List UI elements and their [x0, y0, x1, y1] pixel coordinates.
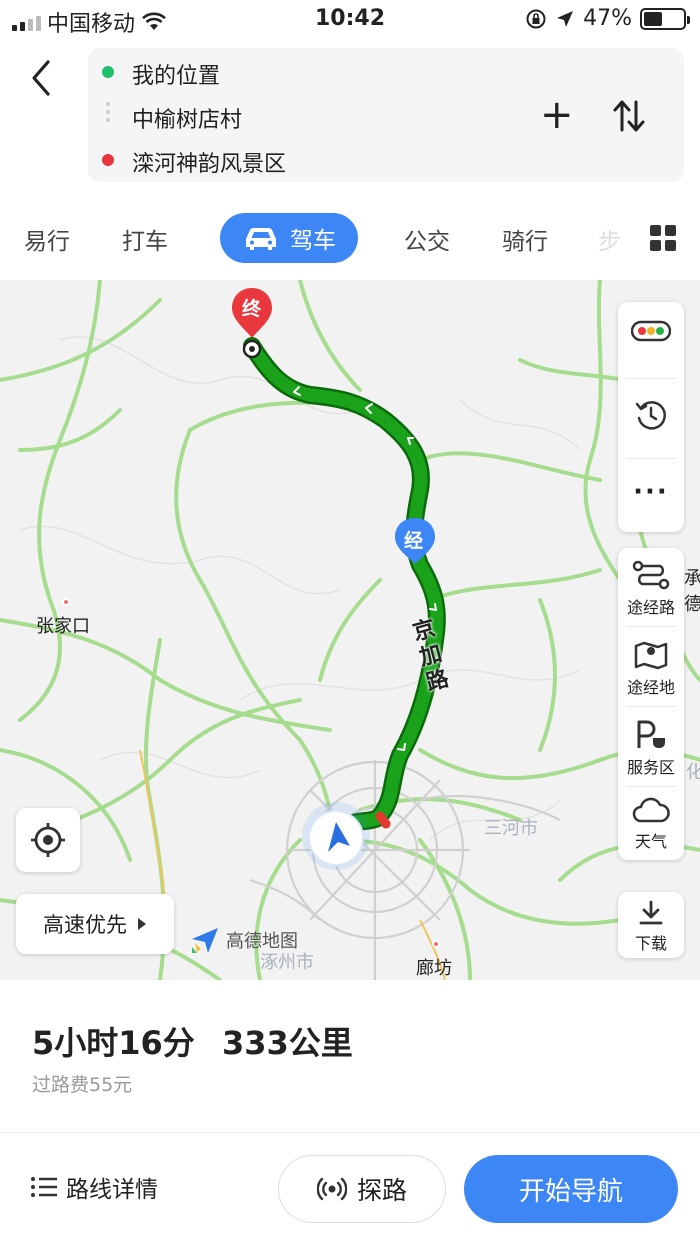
car-icon [246, 228, 276, 250]
traffic-light-icon[interactable] [631, 320, 671, 342]
weather-label: 天气 [634, 832, 667, 851]
probe-route-label: 探路 [356, 1176, 407, 1205]
caret-right-icon [138, 918, 146, 930]
via-marker-label: 经 [404, 530, 424, 552]
map-base [0, 280, 700, 980]
divider [0, 1132, 700, 1133]
map-pin-icon [634, 641, 668, 670]
amap-logo: 高德地图 [190, 925, 298, 955]
service-area-button[interactable]: 服务区 [618, 718, 684, 778]
city-langfang: 廊坊 [416, 958, 452, 979]
more-options-icon[interactable]: ··· [618, 479, 684, 505]
map-label-partial: 化 [686, 762, 700, 783]
location-arrow-icon [557, 10, 574, 27]
map-tools-panel: ··· [618, 302, 684, 532]
route-preference-button[interactable]: 高速优先 [16, 894, 174, 954]
crosshair-icon [31, 823, 65, 857]
map-view[interactable]: 终 经 京加路 张家口 三河市 涿州市 廊坊 承德 化 ··· 途经路 途经地 … [0, 280, 700, 980]
via-point-field[interactable]: 中榆树店村 [132, 102, 242, 134]
tab-walk[interactable]: 步 [598, 222, 621, 256]
route-input-panel: 我的位置 中榆树店村 滦河神韵风景区 + [88, 48, 684, 182]
route-duration: 5小时16分 [32, 1024, 195, 1062]
city-dot-icon [432, 940, 440, 948]
waypoint-road-label: 途经路 [626, 598, 675, 617]
city-dot-icon [62, 598, 70, 606]
city-chengde-partial: 承德 [684, 568, 700, 615]
waypoint-place-button[interactable]: 途经地 [618, 638, 684, 698]
status-bar: 中国移动 10:42 47% [0, 0, 700, 40]
end-marker-label: 终 [242, 298, 262, 320]
toll-fee: 过路费55元 [32, 1074, 133, 1096]
add-waypoint-icon[interactable]: + [540, 95, 574, 135]
amap-logo-icon [192, 928, 218, 953]
cloud-icon [632, 797, 670, 823]
parking-cup-icon [637, 720, 665, 748]
connector-dots [106, 102, 110, 126]
probe-route-button[interactable]: 探路 [278, 1155, 446, 1223]
download-icon [639, 900, 663, 925]
weather-button[interactable]: 天气 [618, 796, 684, 852]
start-dot-icon [102, 66, 114, 78]
start-navigation-button[interactable]: 开始导航 [464, 1155, 678, 1223]
start-point-field[interactable]: 我的位置 [132, 58, 220, 90]
waypoint-place-label: 途经地 [626, 678, 675, 697]
city-zhangjiakou: 张家口 [36, 616, 90, 637]
back-arrow-icon[interactable] [26, 58, 56, 98]
tab-drive[interactable]: 驾车 [220, 213, 358, 263]
amap-logo-text: 高德地图 [226, 931, 298, 952]
offline-download-button[interactable]: 下载 [618, 892, 684, 958]
end-point-field[interactable]: 滦河神韵风景区 [132, 146, 286, 178]
route-curve-icon [632, 560, 670, 590]
route-preference-label: 高速优先 [43, 913, 127, 937]
download-label: 下载 [634, 934, 667, 953]
broadcast-icon [316, 1177, 347, 1201]
rotation-lock-icon [526, 9, 546, 28]
tab-bus[interactable]: 公交 [404, 222, 450, 256]
list-icon [31, 1177, 57, 1197]
battery-percent: 47% [583, 6, 632, 31]
route-details-button[interactable]: 路线详情 [30, 1170, 158, 1204]
battery-icon [640, 7, 690, 30]
transport-mode-tabs: 易行 打车 驾车 公交 骑行 步 [0, 210, 700, 266]
waypoint-road-button[interactable]: 途经路 [618, 560, 684, 618]
tab-drive-label: 驾车 [290, 228, 336, 254]
current-location-icon [308, 810, 364, 866]
city-sanhe: 三河市 [484, 818, 538, 839]
history-clock-icon[interactable] [635, 398, 667, 432]
route-details-label: 路线详情 [66, 1177, 158, 1203]
route-tools-panel: 途经路 途经地 服务区 天气 [618, 548, 684, 860]
tab-taxi[interactable]: 打车 [122, 222, 168, 256]
swap-route-icon[interactable] [612, 98, 646, 134]
locate-me-button[interactable] [16, 808, 80, 872]
tab-easy[interactable]: 易行 [24, 222, 70, 256]
tab-bike[interactable]: 骑行 [502, 222, 548, 256]
more-modes-grid-icon[interactable] [650, 225, 676, 251]
route-distance: 333公里 [222, 1024, 353, 1062]
service-area-label: 服务区 [626, 758, 675, 777]
end-dot-icon [102, 154, 114, 166]
